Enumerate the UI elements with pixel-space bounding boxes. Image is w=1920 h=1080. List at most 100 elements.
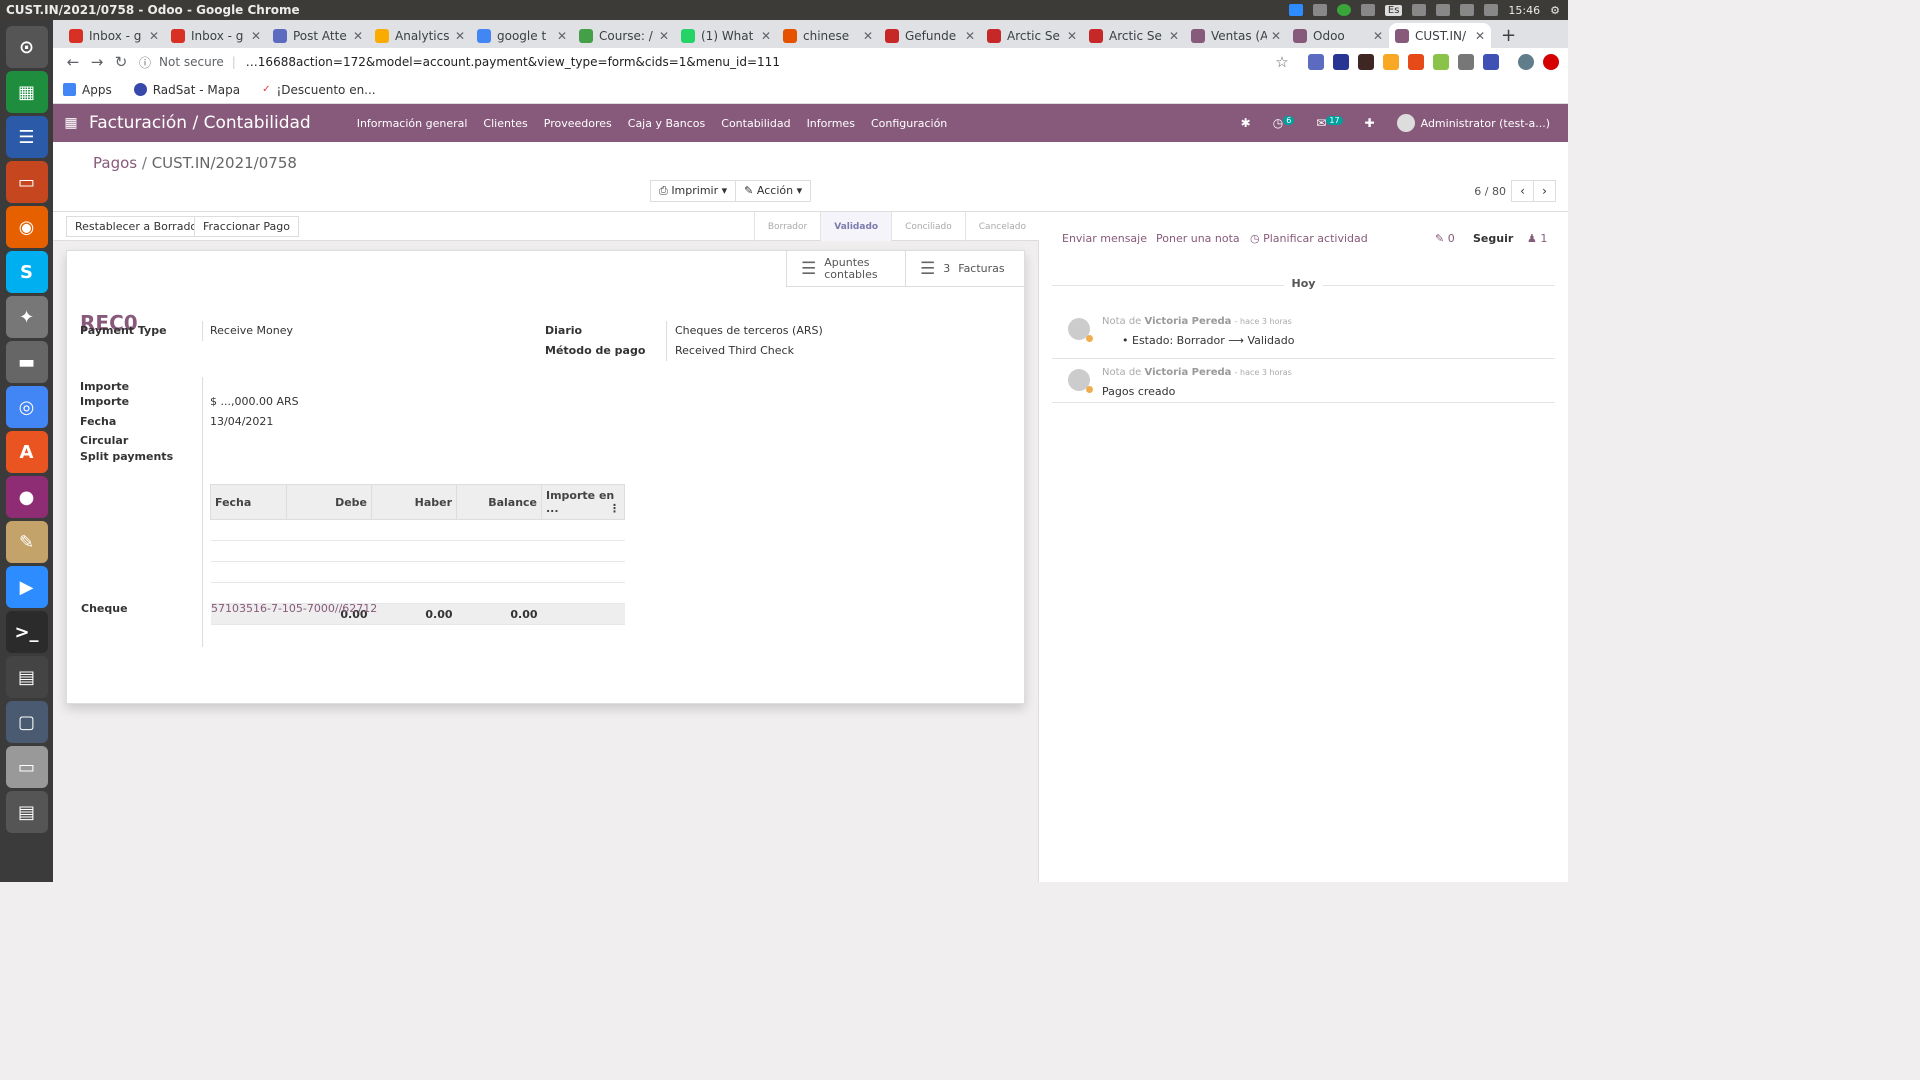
col-debe[interactable]: Debe (286, 484, 372, 520)
status-step[interactable]: Validado (820, 212, 892, 241)
document-icon[interactable]: ☰ (5, 116, 48, 158)
gear-icon[interactable]: ⚙ (1550, 4, 1560, 17)
mail-tray-icon[interactable] (1436, 4, 1451, 16)
schedule-activity-button[interactable]: ◷ Planificar actividad (1250, 232, 1368, 245)
browser-tab[interactable]: Arctic Se ✕ (981, 23, 1083, 48)
keyboard-language[interactable]: Es (1384, 4, 1403, 16)
settings-icon[interactable]: ⊙ (5, 26, 48, 68)
col-importe-en[interactable]: Importe en ... ⋮ (541, 484, 625, 520)
info-icon[interactable]: ⓘ (139, 54, 151, 71)
extension-icon[interactable] (1458, 54, 1474, 70)
payment-type-value[interactable]: Receive Money (210, 324, 293, 337)
main-menu-item[interactable]: Informes (807, 117, 855, 130)
terminal-icon[interactable]: >_ (5, 611, 48, 653)
presentation-icon[interactable]: ▭ (5, 161, 48, 203)
skype-icon[interactable]: S (5, 251, 48, 293)
close-tab-icon[interactable]: ✕ (1067, 29, 1077, 43)
browser-tab[interactable]: Analytics ✕ (369, 23, 471, 48)
zoom-icon[interactable]: ▶ (5, 566, 48, 608)
volume-icon[interactable] (1484, 4, 1499, 16)
forward-icon[interactable]: → (85, 53, 109, 71)
cloud-tray-icon[interactable] (1312, 4, 1327, 16)
user-menu[interactable]: Administrator (test-a...) (1396, 114, 1550, 132)
breadcrumb-parent[interactable]: Pagos (93, 154, 137, 172)
browser-tab[interactable]: Ventas (A ✕ (1185, 23, 1287, 48)
close-tab-icon[interactable]: ✕ (863, 29, 873, 43)
metodo-value[interactable]: Received Third Check (675, 344, 794, 357)
invoices-button[interactable]: ☰ 3 Facturas (905, 251, 1024, 286)
status-step[interactable]: Cancelado (964, 212, 1039, 241)
close-tab-icon[interactable]: ✕ (1169, 29, 1179, 43)
status-step[interactable]: Conciliado (891, 212, 965, 241)
journal-items-button[interactable]: ☰ Apuntes contables (786, 251, 905, 286)
close-tab-icon[interactable]: ✕ (1373, 29, 1383, 43)
close-tab-icon[interactable]: ✕ (353, 29, 363, 43)
back-icon[interactable]: ← (61, 53, 85, 71)
split-payment-button[interactable]: Fraccionar Pago (194, 216, 299, 237)
new-tab-button[interactable]: + (1491, 23, 1526, 48)
gift-icon[interactable]: ✚ (1365, 116, 1375, 130)
browser-icon[interactable]: ● (5, 476, 48, 518)
spreadsheet-icon[interactable]: ▦ (5, 71, 48, 113)
main-menu-item[interactable]: Clientes (483, 117, 527, 130)
column-options-icon[interactable]: ⋮ (609, 502, 620, 515)
bookmark-star-icon[interactable]: ☆ (1270, 53, 1294, 71)
wifi-icon[interactable] (1360, 4, 1375, 16)
fecha-value[interactable]: 13/04/2021 (210, 415, 273, 428)
apps-menu-icon[interactable]: ▦ (53, 115, 89, 131)
col-haber[interactable]: Haber (371, 484, 457, 520)
log-note-button[interactable]: Poner una nota (1156, 232, 1240, 245)
close-tab-icon[interactable]: ✕ (659, 29, 669, 43)
extension-icon[interactable] (1358, 54, 1374, 70)
send-message-button[interactable]: Enviar mensaje (1062, 232, 1147, 245)
printer-icon[interactable]: ▤ (5, 791, 48, 833)
message-author[interactable]: Victoria Pereda (1145, 316, 1232, 327)
importe-value[interactable]: $ ...,000.00 ARS (210, 395, 299, 408)
extension-icon[interactable] (1408, 54, 1424, 70)
bookmark-apps[interactable]: Apps (63, 83, 112, 97)
browser-tab[interactable]: Inbox - g ✕ (63, 23, 165, 48)
main-menu-item[interactable]: Información general (357, 117, 468, 130)
extension-icon[interactable] (1433, 54, 1449, 70)
browser-tab[interactable]: Gefunde ✕ (879, 23, 981, 48)
profile-avatar[interactable] (1518, 54, 1534, 70)
messages-icon[interactable]: ✉ 17 (1316, 116, 1343, 130)
activity-icon[interactable]: ◷ 6 (1273, 116, 1295, 130)
chrome-icon[interactable]: ◎ (5, 386, 48, 428)
close-tab-icon[interactable]: ✕ (1271, 29, 1281, 43)
close-tab-icon[interactable]: ✕ (455, 29, 465, 43)
main-menu-item[interactable]: Caja y Bancos (628, 117, 706, 130)
disk-icon[interactable]: ▬ (5, 341, 48, 383)
close-tab-icon[interactable]: ✕ (251, 29, 261, 43)
browser-tab[interactable]: Post Atte ✕ (267, 23, 369, 48)
browser-tab[interactable]: Inbox - g ✕ (165, 23, 267, 48)
follow-button[interactable]: Seguir (1473, 232, 1513, 245)
extension-icon[interactable] (1543, 54, 1559, 70)
zoom-tray-icon[interactable] (1288, 4, 1303, 16)
diario-value[interactable]: Cheques de terceros (ARS) (675, 324, 823, 337)
bluetooth-icon[interactable] (1412, 4, 1427, 16)
attachments-button[interactable]: ✎ 0 (1435, 232, 1455, 245)
browser-tab[interactable]: Course: / ✕ (573, 23, 675, 48)
browser-tab[interactable]: CUST.IN/ ✕ (1389, 23, 1491, 48)
extension-icon[interactable] (1308, 54, 1324, 70)
message-author[interactable]: Victoria Pereda (1145, 367, 1232, 378)
print-dropdown[interactable]: ⎙ Imprimir ▾ (650, 180, 737, 202)
video-editor-icon[interactable]: ▤ (5, 656, 48, 698)
url-text[interactable]: …16688action=172&model=account.payment&v… (246, 55, 780, 69)
extension-icon[interactable] (1383, 54, 1399, 70)
close-tab-icon[interactable]: ✕ (1475, 29, 1485, 43)
col-balance[interactable]: Balance (456, 484, 542, 520)
bookmark-descuento[interactable]: ✓ ¡Descuento en... (262, 83, 376, 97)
browser-tab[interactable]: Odoo ✕ (1287, 23, 1389, 48)
bug-icon[interactable]: ✱ (1241, 116, 1251, 130)
close-tab-icon[interactable]: ✕ (965, 29, 975, 43)
app-brand[interactable]: Facturación / Contabilidad (89, 113, 311, 133)
drive-icon[interactable]: ▭ (5, 746, 48, 788)
pager-value[interactable]: 6 / 80 (1474, 185, 1506, 198)
browser-tab[interactable]: google t ✕ (471, 23, 573, 48)
main-menu-item[interactable]: Proveedores (544, 117, 612, 130)
tools-icon[interactable]: ✦ (5, 296, 48, 338)
store-icon[interactable]: A (5, 431, 48, 473)
address-bar[interactable]: ⓘ Not secure | …16688action=172&model=ac… (139, 48, 1270, 76)
